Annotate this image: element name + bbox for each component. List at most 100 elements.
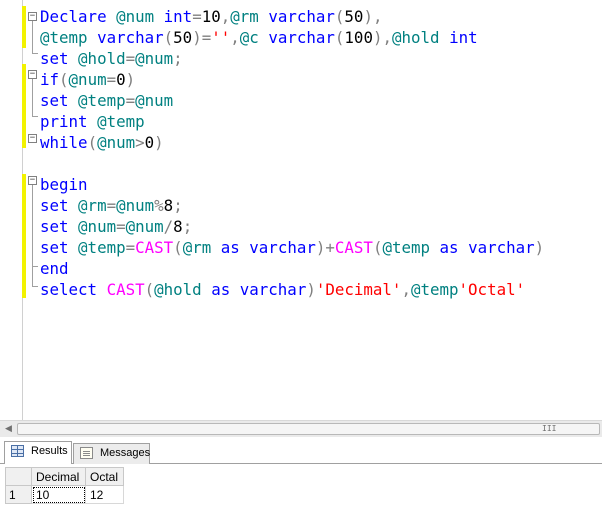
fold-line xyxy=(32,79,33,116)
code-token: @num xyxy=(116,7,155,26)
code-token: ), xyxy=(372,28,392,47)
code-token: varchar xyxy=(249,238,316,257)
code-text[interactable]: Declare @num int=10,@rm varchar(50), @tem… xyxy=(40,6,544,300)
code-token: varchar xyxy=(268,7,335,26)
code-token: @num xyxy=(68,70,107,89)
fold-end xyxy=(32,286,38,287)
code-token: ) xyxy=(125,70,136,89)
code-token: ( xyxy=(163,28,174,47)
code-token: set xyxy=(40,91,79,110)
code-token: 'Decimal' xyxy=(315,280,402,299)
tab-results-label: Results xyxy=(31,445,68,457)
code-line[interactable]: set @hold=@num; xyxy=(40,48,544,69)
code-token: ( xyxy=(334,28,345,47)
code-token: int xyxy=(163,7,193,26)
code-line[interactable]: print @temp xyxy=(40,111,544,132)
code-token: as xyxy=(430,238,469,257)
code-token: @hold xyxy=(392,28,440,47)
results-tabstrip: Results Messages xyxy=(0,438,602,464)
code-line[interactable]: while(@num>0) xyxy=(40,132,544,153)
code-token: @num xyxy=(116,196,155,215)
code-token: set xyxy=(40,217,79,236)
fold-line xyxy=(32,21,33,53)
code-token: @temp xyxy=(40,28,88,47)
code-line[interactable]: set @num=@num/8; xyxy=(40,216,544,237)
column-header-decimal[interactable]: Decimal xyxy=(31,467,86,486)
row-number[interactable]: 1 xyxy=(5,485,32,504)
tab-messages-label: Messages xyxy=(100,447,151,459)
code-line[interactable] xyxy=(40,153,544,174)
code-token: @hold xyxy=(78,49,126,68)
code-token: = xyxy=(125,49,136,68)
code-token: % xyxy=(154,196,164,215)
code-token: @num xyxy=(135,91,174,110)
horizontal-scrollbar[interactable]: ◀ III xyxy=(0,420,602,437)
code-token: as xyxy=(201,280,240,299)
code-token: 0 xyxy=(144,133,155,152)
code-token: 'Octal' xyxy=(458,280,526,299)
code-token: ; xyxy=(173,49,183,68)
code-token: @temp xyxy=(410,280,459,299)
code-line[interactable]: begin xyxy=(40,174,544,195)
code-token: 10 xyxy=(201,7,221,26)
fold-toggle-while[interactable]: − xyxy=(28,134,37,143)
scroll-left-arrow-icon[interactable]: ◀ xyxy=(0,421,17,437)
results-area: Decimal Octal 1 10 12 xyxy=(0,464,602,518)
fold-toggle-if[interactable]: − xyxy=(28,70,37,79)
code-line[interactable]: if(@num=0) xyxy=(40,69,544,90)
fold-toggle-declare[interactable]: − xyxy=(28,12,37,21)
code-line[interactable]: select CAST(@hold as varchar)'Decimal',@… xyxy=(40,279,544,300)
code-token: , xyxy=(230,28,240,47)
code-line[interactable]: Declare @num int=10,@rm varchar(50), xyxy=(40,6,544,27)
code-token: ) xyxy=(154,133,164,152)
messages-icon xyxy=(80,447,93,459)
code-token: @num xyxy=(97,133,136,152)
fold-end xyxy=(32,116,38,117)
code-token: )= xyxy=(192,28,212,47)
code-token: varchar xyxy=(239,280,307,299)
cell-octal[interactable]: 12 xyxy=(85,485,124,504)
code-token: @temp xyxy=(78,238,126,257)
results-grid[interactable]: Decimal Octal 1 10 12 xyxy=(5,467,124,504)
scrollbar-thumb[interactable]: III xyxy=(17,423,600,435)
fold-toggle-begin[interactable]: − xyxy=(28,176,37,185)
code-line[interactable]: set @temp=CAST(@rm as varchar)+CAST(@tem… xyxy=(40,237,544,258)
code-token: print xyxy=(40,112,98,131)
code-token: ) xyxy=(306,280,316,299)
code-token: = xyxy=(116,217,126,236)
code-token: ( xyxy=(173,238,183,257)
code-token: @temp xyxy=(97,112,145,131)
code-token: set xyxy=(40,238,79,257)
table-row[interactable]: 1 10 12 xyxy=(5,485,124,504)
code-token: @num xyxy=(135,49,174,68)
code-token: @temp xyxy=(78,91,126,110)
code-token: @num xyxy=(125,217,164,236)
grip-icon: III xyxy=(542,424,557,433)
code-token: as xyxy=(211,238,250,257)
code-token: 50 xyxy=(344,7,364,26)
code-token: @num xyxy=(78,217,117,236)
code-line[interactable]: end xyxy=(40,258,544,279)
code-token: Declare xyxy=(40,7,117,26)
query-editor[interactable]: − − − − Declare @num int=10,@rm varchar(… xyxy=(0,0,602,420)
code-line[interactable]: set @temp=@num xyxy=(40,90,544,111)
column-header-octal[interactable]: Octal xyxy=(85,467,124,486)
code-line[interactable]: set @rm=@num%8; xyxy=(40,195,544,216)
tab-messages[interactable]: Messages xyxy=(73,443,150,464)
tab-results[interactable]: Results xyxy=(4,441,72,464)
code-token: = xyxy=(106,196,117,215)
code-token: while xyxy=(40,133,88,152)
code-token: = xyxy=(125,91,136,110)
cell-decimal[interactable]: 10 xyxy=(31,485,86,504)
code-token: = xyxy=(106,70,117,89)
grid-corner[interactable] xyxy=(5,467,32,486)
change-marker xyxy=(22,6,26,48)
code-line[interactable]: @temp varchar(50)='',@c varchar(100),@ho… xyxy=(40,27,544,48)
change-marker xyxy=(22,64,26,148)
code-token: varchar xyxy=(97,28,164,47)
code-token: ( xyxy=(59,70,69,89)
code-token: ( xyxy=(334,7,345,26)
